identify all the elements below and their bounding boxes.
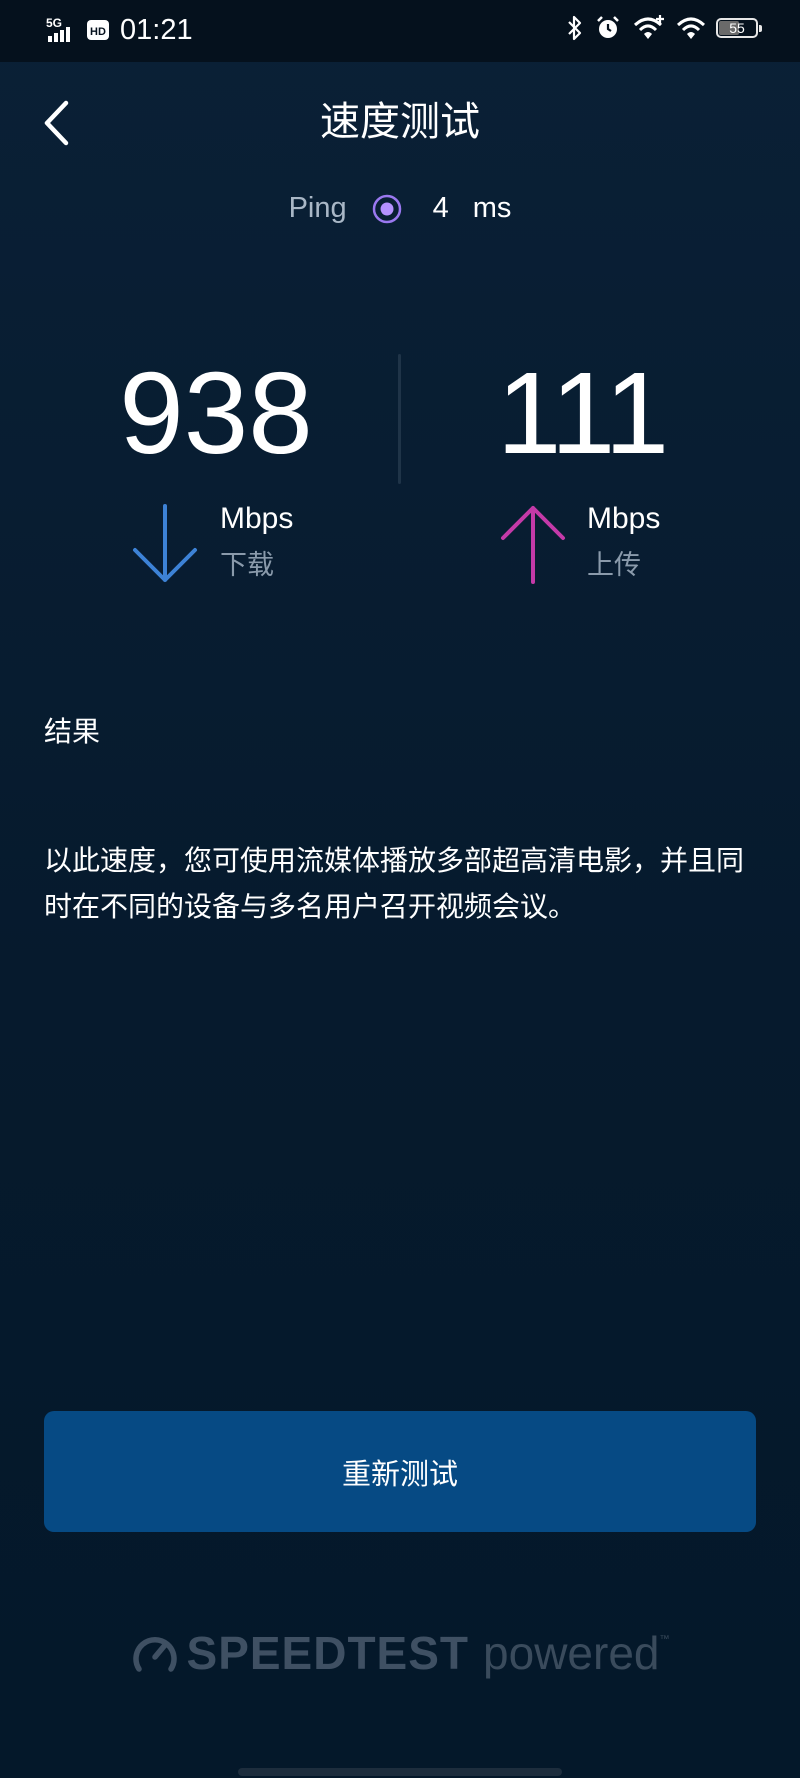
ping-unit: ms bbox=[472, 192, 512, 224]
bluetooth-icon bbox=[568, 15, 582, 41]
battery-icon: 55 bbox=[716, 18, 762, 38]
brand-trademark: ™ bbox=[659, 1634, 670, 1645]
status-bar-left: 5G HD 01:21 bbox=[46, 12, 193, 48]
page-title: 速度测试 bbox=[320, 99, 480, 145]
ping-value: 4 bbox=[432, 192, 449, 224]
status-bar: 5G HD 01:21 55 bbox=[0, 0, 800, 62]
hd-icon: HD bbox=[87, 20, 109, 40]
upload-unit: Mbps bbox=[587, 502, 661, 535]
arrow-down-icon bbox=[133, 504, 197, 582]
speedtest-screen: 5G HD 01:21 55 速度测试 Ping 4 ms 938 111 Mb… bbox=[0, 0, 800, 1778]
status-bar-right: 55 bbox=[566, 14, 762, 42]
upload-speed-value: 111 bbox=[496, 348, 669, 478]
retest-button[interactable]: 重新测试 bbox=[44, 1411, 756, 1532]
speedtest-brand: SPEEDTEST powered ™ bbox=[0, 1626, 800, 1680]
ping-row: Ping 4 ms bbox=[0, 192, 800, 225]
arrow-up-icon bbox=[501, 506, 565, 584]
ping-label: Ping bbox=[288, 192, 347, 224]
download-label: 下载 bbox=[220, 550, 274, 581]
svg-text:HD: HD bbox=[90, 26, 106, 38]
home-indicator[interactable] bbox=[238, 1768, 562, 1776]
results-description: 以此速度，您可使用流媒体播放多部超高清电影，并且同时在不同的设备与多名用户召开视… bbox=[44, 844, 745, 923]
wifi-plus-icon bbox=[633, 15, 664, 39]
brand-powered: powered bbox=[483, 1627, 660, 1679]
cellular-signal-icon: 5G bbox=[46, 16, 70, 42]
alarm-icon bbox=[597, 16, 619, 38]
svg-text:5G: 5G bbox=[46, 16, 62, 30]
wifi-icon bbox=[676, 17, 706, 39]
battery-level: 55 bbox=[729, 20, 745, 36]
ping-dot-icon bbox=[371, 193, 403, 225]
brand-name: SPEEDTEST bbox=[186, 1627, 470, 1679]
download-unit: Mbps bbox=[220, 502, 294, 535]
speedometer-icon bbox=[132, 1637, 177, 1672]
result-divider bbox=[398, 354, 401, 484]
upload-label: 上传 bbox=[587, 550, 641, 581]
download-speed-value: 938 bbox=[119, 348, 313, 478]
status-time: 01:21 bbox=[120, 14, 193, 46]
results-heading: 结果 bbox=[44, 715, 101, 748]
